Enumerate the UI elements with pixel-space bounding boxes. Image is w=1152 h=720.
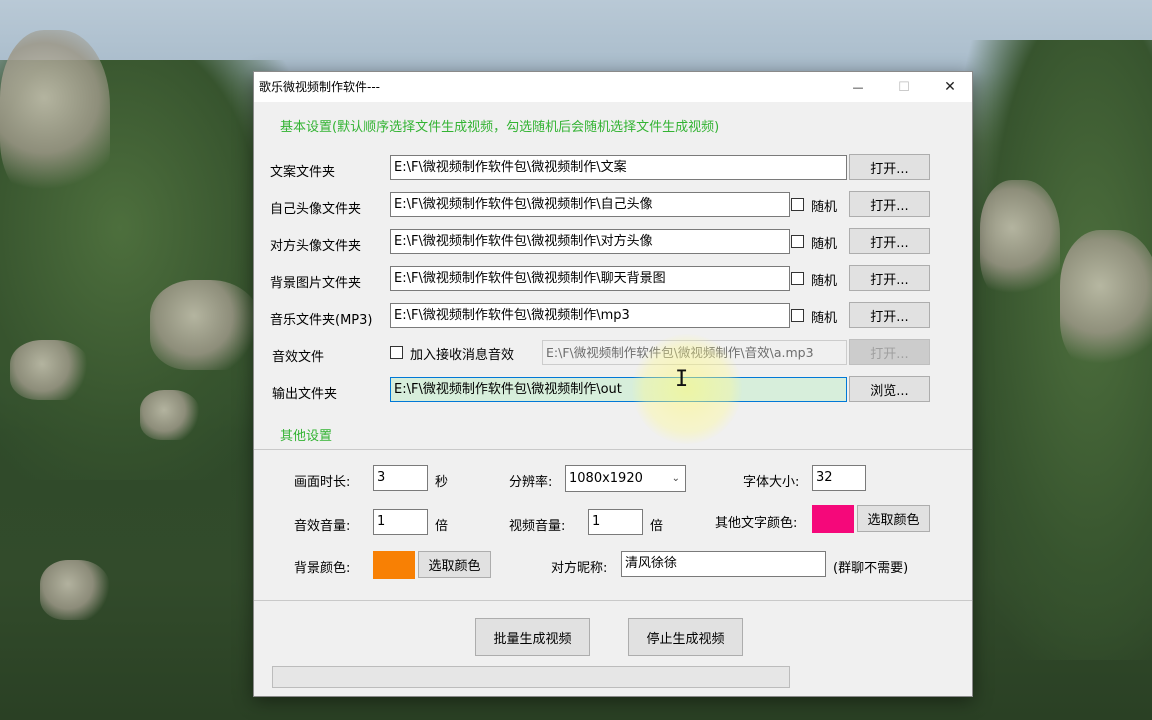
sfx-enable-label: 加入接收消息音效	[410, 348, 515, 363]
bg-color-swatch	[373, 551, 415, 579]
peer-avatar-folder-label: 对方头像文件夹	[270, 239, 362, 254]
resolution-label: 分辨率:	[509, 475, 553, 490]
self-avatar-folder-label: 自己头像文件夹	[270, 202, 362, 217]
duration-unit: 秒	[435, 475, 449, 490]
nickname-input[interactable]: 清风徐徐	[621, 551, 826, 577]
copy-folder-input[interactable]: E:\F\微视频制作软件包\微视频制作\文案	[390, 155, 847, 180]
nickname-label: 对方昵称:	[551, 561, 608, 576]
peer-avatar-open-button[interactable]: 打开...	[849, 228, 930, 254]
bg-image-open-button[interactable]: 打开...	[849, 265, 930, 291]
other-text-color-label: 其他文字颜色:	[715, 516, 798, 531]
self-avatar-random-label: 随机	[811, 200, 838, 215]
maximize-icon: ☐	[898, 79, 910, 95]
bg-image-folder-label: 背景图片文件夹	[270, 276, 362, 291]
sfx-volume-unit: 倍	[435, 519, 449, 534]
minimize-icon: —	[852, 80, 864, 94]
duration-input[interactable]: 3	[373, 465, 428, 491]
output-folder-label: 输出文件夹	[272, 387, 338, 402]
font-size-input[interactable]: 32	[812, 465, 866, 491]
sfx-file-input[interactable]: E:\F\微视频制作软件包\微视频制作\音效\a.mp3	[542, 340, 847, 365]
copy-folder-open-button[interactable]: 打开...	[849, 154, 930, 180]
basic-settings-heading: 基本设置(默认顺序选择文件生成视频，勾选随机后会随机选择文件生成视频)	[280, 120, 720, 135]
bg-image-folder-input[interactable]: E:\F\微视频制作软件包\微视频制作\聊天背景图	[390, 266, 790, 291]
peer-avatar-random-label: 随机	[811, 237, 838, 252]
resolution-select[interactable]: 1080x1920 ⌄	[565, 465, 686, 492]
copy-folder-label: 文案文件夹	[270, 165, 336, 180]
sfx-enable-checkbox[interactable]	[390, 346, 403, 359]
maximize-button[interactable]: ☐	[881, 72, 927, 102]
peer-avatar-folder-input[interactable]: E:\F\微视频制作软件包\微视频制作\对方头像	[390, 229, 790, 254]
stop-generate-button[interactable]: 停止生成视频	[628, 618, 743, 656]
window-title: 歌乐微视频制作软件---	[259, 80, 380, 94]
title-bar[interactable]: 歌乐微视频制作软件--- — ☐ ✕	[254, 72, 972, 102]
other-text-color-swatch	[812, 505, 854, 533]
progress-bar	[272, 666, 790, 688]
close-button[interactable]: ✕	[927, 72, 973, 102]
resolution-value: 1080x1920	[569, 471, 643, 486]
sfx-volume-label: 音效音量:	[294, 519, 351, 534]
output-folder-input[interactable]: E:\F\微视频制作软件包\微视频制作\out	[390, 377, 847, 402]
font-size-label: 字体大小:	[743, 475, 800, 490]
bg-color-label: 背景颜色:	[294, 561, 351, 576]
batch-generate-button[interactable]: 批量生成视频	[475, 618, 590, 656]
music-random-label: 随机	[811, 311, 838, 326]
sfx-open-button[interactable]: 打开...	[849, 339, 930, 365]
music-folder-input[interactable]: E:\F\微视频制作软件包\微视频制作\mp3	[390, 303, 790, 328]
music-random-checkbox[interactable]	[791, 309, 804, 322]
app-window: 歌乐微视频制作软件--- — ☐ ✕ 基本设置(默认顺序选择文件生成视频，勾选随…	[253, 71, 973, 697]
video-volume-unit: 倍	[650, 519, 664, 534]
output-browse-button[interactable]: 浏览...	[849, 376, 930, 402]
section-divider	[254, 449, 972, 450]
nickname-note: (群聊不需要)	[833, 561, 909, 576]
other-settings-heading: 其他设置	[280, 429, 333, 444]
self-avatar-folder-input[interactable]: E:\F\微视频制作软件包\微视频制作\自己头像	[390, 192, 790, 217]
music-folder-label: 音乐文件夹(MP3)	[270, 313, 373, 328]
actions-divider	[254, 600, 972, 601]
peer-avatar-random-checkbox[interactable]	[791, 235, 804, 248]
self-avatar-random-checkbox[interactable]	[791, 198, 804, 211]
bg-image-random-label: 随机	[811, 274, 838, 289]
bg-pick-color-button[interactable]: 选取颜色	[418, 551, 491, 578]
sfx-volume-input[interactable]: 1	[373, 509, 428, 535]
chevron-down-icon: ⌄	[671, 473, 680, 484]
i-beam-cursor-icon: I	[675, 367, 689, 392]
self-avatar-open-button[interactable]: 打开...	[849, 191, 930, 217]
other-text-pick-color-button[interactable]: 选取颜色	[857, 505, 930, 532]
minimize-button[interactable]: —	[835, 72, 881, 102]
close-icon: ✕	[944, 79, 956, 95]
sfx-file-label: 音效文件	[272, 350, 325, 365]
music-open-button[interactable]: 打开...	[849, 302, 930, 328]
video-volume-input[interactable]: 1	[588, 509, 643, 535]
duration-label: 画面时长:	[294, 475, 351, 490]
bg-image-random-checkbox[interactable]	[791, 272, 804, 285]
video-volume-label: 视频音量:	[509, 519, 566, 534]
